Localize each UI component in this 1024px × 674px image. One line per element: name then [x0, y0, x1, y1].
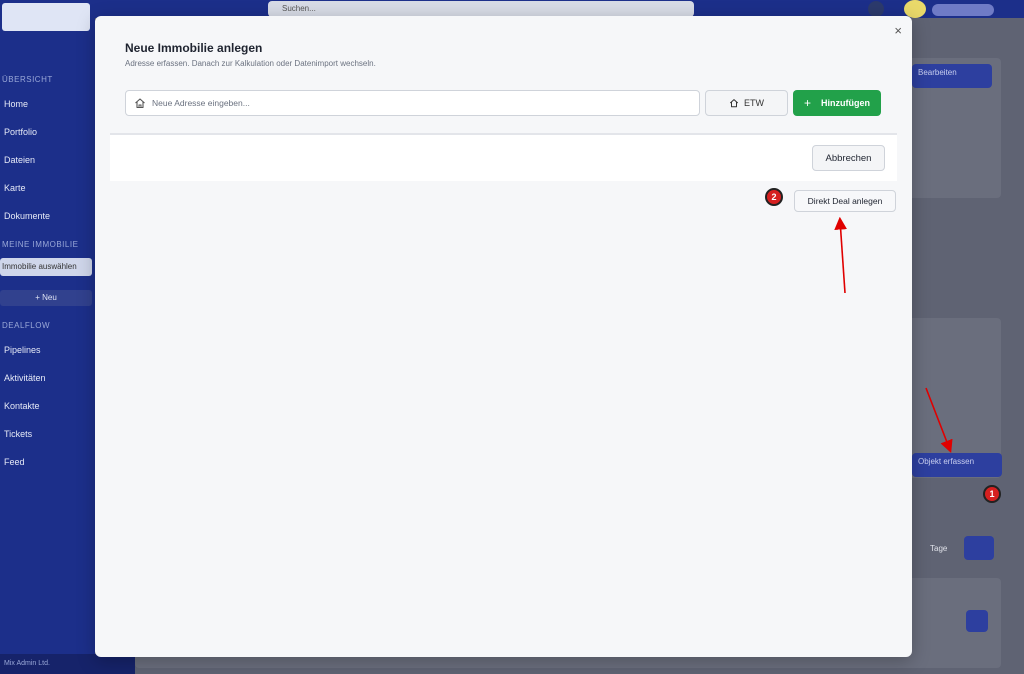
- bg-pager-button: [964, 536, 994, 560]
- app-logo: [2, 3, 90, 31]
- home-icon: [135, 98, 145, 109]
- add-button[interactable]: + Hinzufügen: [793, 90, 881, 116]
- etw-label: ETW: [744, 98, 764, 108]
- address-input[interactable]: [152, 98, 672, 108]
- dialog-title: Neue Immobilie anlegen: [125, 41, 263, 55]
- sidebar-item-home: Home: [4, 99, 29, 109]
- dialog-footer: [110, 135, 897, 181]
- sidebar-section-label: ÜBERSICHT: [2, 75, 53, 84]
- address-field[interactable]: [125, 90, 700, 116]
- step-badge-2: 2: [765, 188, 783, 206]
- user-menu: [932, 4, 994, 16]
- bg-pager-label: Tage: [930, 544, 948, 553]
- sidebar-item-map: Karte: [4, 183, 26, 193]
- sidebar-new-button: + Neu: [0, 290, 92, 306]
- new-property-dialog: × Neue Immobilie anlegen Adresse erfasse…: [95, 16, 912, 657]
- sidebar-footer-user: Mix Admin Ltd.: [4, 660, 50, 667]
- sidebar-item-activities: Aktivitäten: [4, 373, 46, 383]
- cancel-button[interactable]: Abbrechen: [812, 145, 885, 171]
- sidebar-item-contacts: Kontakte: [4, 401, 40, 411]
- sidebar-section-label: DEALFLOW: [2, 321, 51, 330]
- sidebar-item-feed: Feed: [4, 457, 25, 467]
- step-badge-1: 1: [983, 485, 1001, 503]
- add-label: Hinzufügen: [821, 98, 870, 108]
- home-icon: [729, 99, 739, 108]
- sidebar: ÜBERSICHT Home Portfolio Dateien Karte D…: [0, 0, 95, 674]
- global-search: Suchen...: [268, 1, 694, 17]
- sidebar-item-portfolio: Portfolio: [4, 127, 38, 137]
- etw-type-button[interactable]: ETW: [705, 90, 788, 116]
- close-icon[interactable]: ×: [894, 24, 902, 37]
- create-deal-button[interactable]: Direkt Deal anlegen: [794, 190, 896, 212]
- dialog-subtitle: Adresse erfassen. Danach zur Kalkulation…: [125, 59, 376, 68]
- sidebar-footer: Mix Admin Ltd.: [0, 654, 135, 674]
- bg-edit-button: Bearbeiten: [912, 64, 992, 88]
- sidebar-section-label: MEINE IMMOBILIE: [2, 240, 79, 249]
- sidebar-item-files: Dateien: [4, 155, 36, 165]
- sidebar-item-documents: Dokumente: [4, 211, 51, 221]
- sidebar-item-pipelines: Pipelines: [4, 345, 41, 355]
- plus-icon: +: [803, 96, 811, 110]
- bg-add-object-button: Objekt erfassen: [912, 453, 1002, 477]
- bg-small-button: [966, 610, 988, 632]
- notification-icon: [868, 1, 884, 17]
- sidebar-item-tickets: Tickets: [4, 429, 33, 439]
- sidebar-property-select: Immobilie auswählen: [0, 258, 92, 276]
